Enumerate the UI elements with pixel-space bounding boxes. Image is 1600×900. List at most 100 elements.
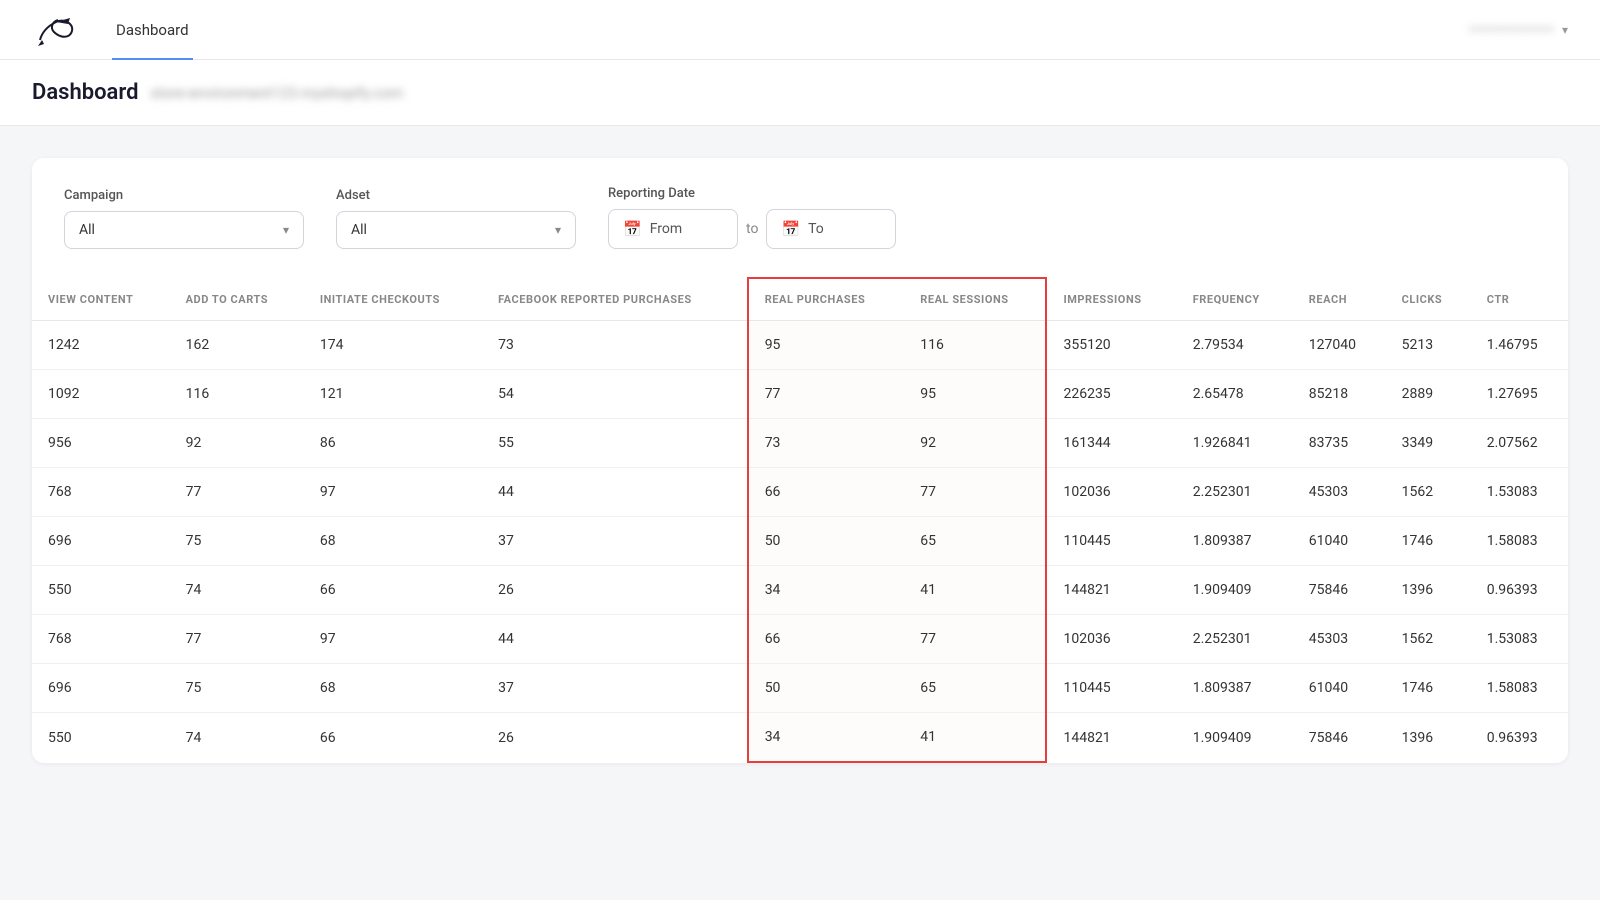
table-row: 124216217473951163551202.795341270405213… [32,321,1568,370]
cell-r8-c6: 144821 [1046,713,1176,763]
adset-filter-group: Adset All ▾ [336,188,576,249]
cell-r2-c4: 73 [748,419,905,468]
cell-r3-c9: 1562 [1386,468,1471,517]
cell-r6-c9: 1562 [1386,615,1471,664]
cell-r2-c7: 1.926841 [1177,419,1293,468]
cell-r2-c2: 86 [304,419,482,468]
cell-r0-c2: 174 [304,321,482,370]
to-date-input[interactable]: 📅 To [766,209,896,249]
adset-label: Adset [336,188,576,203]
cell-r3-c2: 97 [304,468,482,517]
cell-r8-c2: 66 [304,713,482,763]
cell-r2-c8: 83735 [1293,419,1386,468]
campaign-filter-group: Campaign All ▾ [64,188,304,249]
cell-r4-c10: 1.58083 [1471,517,1568,566]
cell-r2-c9: 3349 [1386,419,1471,468]
cell-r6-c2: 97 [304,615,482,664]
cell-r3-c0: 768 [32,468,170,517]
table-row: 55074662634411448211.9094097584613960.96… [32,713,1568,763]
cell-r6-c3: 44 [482,615,748,664]
top-right-user[interactable]: •••••••••••••••••• ▾ [1469,22,1568,38]
data-table-wrapper: VIEW CONTENTADD TO CARTSINITIATE CHECKOU… [32,277,1568,763]
page-title: Dashboard [32,80,138,105]
col-header-9: CLICKS [1386,278,1471,321]
cell-r3-c5: 77 [904,468,1046,517]
cell-r6-c0: 768 [32,615,170,664]
cell-r3-c8: 45303 [1293,468,1386,517]
campaign-label: Campaign [64,188,304,203]
date-separator: to [746,221,758,237]
cell-r1-c9: 2889 [1386,370,1471,419]
cell-r5-c2: 66 [304,566,482,615]
cell-r5-c6: 144821 [1046,566,1176,615]
table-row: 76877974466771020362.2523014530315621.53… [32,468,1568,517]
cell-r0-c5: 116 [904,321,1046,370]
cell-r1-c0: 1092 [32,370,170,419]
cell-r6-c5: 77 [904,615,1046,664]
cell-r3-c7: 2.252301 [1177,468,1293,517]
cell-r1-c4: 77 [748,370,905,419]
to-calendar-icon: 📅 [781,220,800,238]
cell-r4-c9: 1746 [1386,517,1471,566]
col-header-7: FREQUENCY [1177,278,1293,321]
cell-r3-c4: 66 [748,468,905,517]
cell-r1-c6: 226235 [1046,370,1176,419]
header-row: VIEW CONTENTADD TO CARTSINITIATE CHECKOU… [32,278,1568,321]
cell-r4-c2: 68 [304,517,482,566]
cell-r1-c7: 2.65478 [1177,370,1293,419]
cell-r0-c1: 162 [170,321,304,370]
page-header: Dashboard store-environment123.myshopify… [0,60,1600,126]
cell-r1-c5: 95 [904,370,1046,419]
cell-r6-c7: 2.252301 [1177,615,1293,664]
nav-item-dashboard[interactable]: Dashboard [112,0,193,60]
cell-r3-c3: 44 [482,468,748,517]
cell-r2-c3: 55 [482,419,748,468]
from-date-input[interactable]: 📅 From [608,209,738,249]
from-calendar-icon: 📅 [623,220,642,238]
table-body: 124216217473951163551202.795341270405213… [32,321,1568,763]
col-header-1: ADD TO CARTS [170,278,304,321]
table-row: 95692865573921613441.9268418373533492.07… [32,419,1568,468]
cell-r5-c0: 550 [32,566,170,615]
cell-r4-c8: 61040 [1293,517,1386,566]
cell-r6-c1: 77 [170,615,304,664]
cell-r7-c3: 37 [482,664,748,713]
filters-row: Campaign All ▾ Adset All ▾ Reporting Dat… [64,186,1536,249]
adset-select[interactable]: All ▾ [336,211,576,249]
cell-r0-c6: 355120 [1046,321,1176,370]
cell-r8-c10: 0.96393 [1471,713,1568,763]
col-header-8: REACH [1293,278,1386,321]
cell-r5-c5: 41 [904,566,1046,615]
cell-r3-c6: 102036 [1046,468,1176,517]
domain-text: store-environment123.myshopify.com [150,84,403,102]
cell-r0-c9: 5213 [1386,321,1471,370]
table-head: VIEW CONTENTADD TO CARTSINITIATE CHECKOU… [32,278,1568,321]
cell-r8-c3: 26 [482,713,748,763]
cell-r0-c7: 2.79534 [1177,321,1293,370]
cell-r6-c10: 1.53083 [1471,615,1568,664]
cell-r2-c5: 92 [904,419,1046,468]
cell-r7-c4: 50 [748,664,905,713]
cell-r1-c3: 54 [482,370,748,419]
cell-r2-c10: 2.07562 [1471,419,1568,468]
cell-r8-c0: 550 [32,713,170,763]
cell-r0-c4: 95 [748,321,905,370]
to-placeholder: To [808,221,824,237]
adset-value: All [351,222,367,238]
cell-r3-c1: 77 [170,468,304,517]
cell-r8-c8: 75846 [1293,713,1386,763]
user-text: •••••••••••••••••• [1469,22,1554,38]
cell-r4-c3: 37 [482,517,748,566]
cell-r7-c9: 1746 [1386,664,1471,713]
cell-r8-c7: 1.909409 [1177,713,1293,763]
user-dropdown-arrow: ▾ [1562,23,1568,37]
cell-r5-c8: 75846 [1293,566,1386,615]
col-header-10: CTR [1471,278,1568,321]
campaign-select[interactable]: All ▾ [64,211,304,249]
cell-r7-c2: 68 [304,664,482,713]
cell-r6-c4: 66 [748,615,905,664]
cell-r7-c7: 1.809387 [1177,664,1293,713]
cell-r7-c1: 75 [170,664,304,713]
cell-r2-c0: 956 [32,419,170,468]
col-header-5: REAL SESSIONS [904,278,1046,321]
